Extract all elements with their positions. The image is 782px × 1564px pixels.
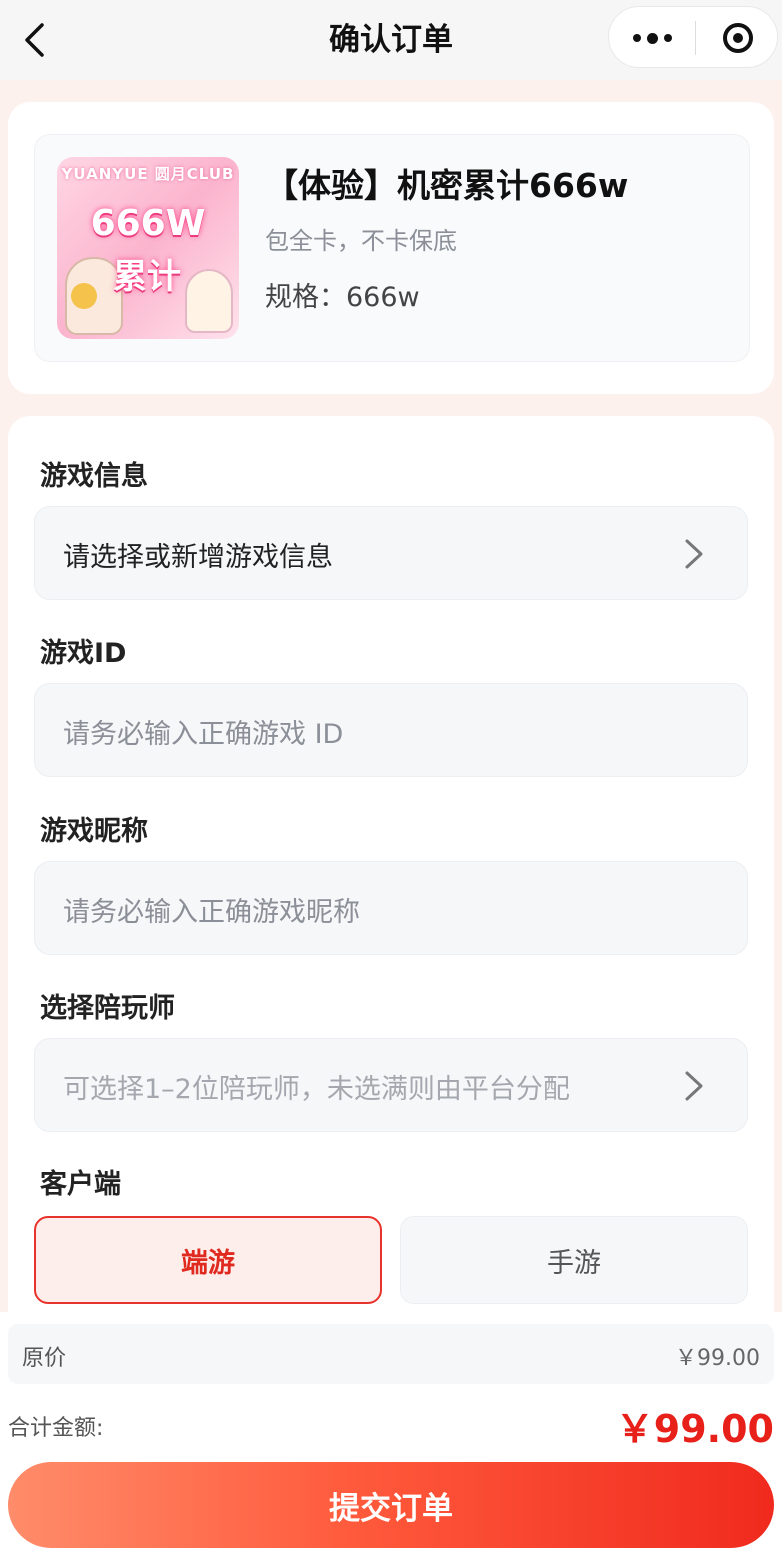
game-id-placeholder: 请务必输入正确游戏 ID: [63, 719, 344, 750]
original-price-label: 原价: [22, 1346, 67, 1371]
game-info-value: 请选择或新增游戏信息: [63, 542, 333, 573]
product-description: 包全卡，不卡保底: [265, 227, 457, 255]
submit-order-button[interactable]: 提交订单: [8, 1462, 774, 1548]
product-thumbnail: YUANYUE 圆月CLUB 666W 累计: [57, 157, 239, 339]
original-price-value: ￥99.00: [675, 1346, 760, 1371]
client-option-mobile[interactable]: 手游: [400, 1216, 748, 1304]
total-label: 合计金额:: [8, 1416, 104, 1441]
thumbnail-bear-icon: [71, 283, 97, 309]
game-id-label: 游戏ID: [40, 638, 127, 669]
thumbnail-headline: 666W: [90, 203, 206, 244]
game-info-selector[interactable]: 请选择或新增游戏信息: [34, 506, 748, 600]
nickname-label: 游戏昵称: [40, 816, 148, 847]
navigation-bar: 确认订单: [0, 0, 782, 80]
mini-program-capsule: [608, 6, 778, 68]
target-close-icon: [722, 23, 753, 53]
nickname-placeholder: 请务必输入正确游戏昵称: [63, 897, 360, 928]
total-price: ￥99.00: [615, 1407, 774, 1451]
order-summary-bar: 原价 ￥99.00 合计金额: ￥99.00 提交订单: [0, 1312, 782, 1564]
original-price-row: 原价 ￥99.00: [8, 1324, 774, 1384]
close-mini-program-button[interactable]: [696, 7, 779, 69]
product-summary: YUANYUE 圆月CLUB 666W 累计 【体验】机密累计666w 包全卡，…: [34, 134, 750, 362]
client-option-pc[interactable]: 端游: [34, 1216, 382, 1304]
nickname-field[interactable]: 请务必输入正确游戏昵称: [34, 861, 748, 955]
product-title: 【体验】机密累计666w: [265, 166, 629, 205]
thumbnail-character-right: [185, 269, 233, 333]
more-button[interactable]: [609, 7, 695, 69]
companion-label: 选择陪玩师: [40, 993, 175, 1024]
client-label: 客户端: [40, 1169, 121, 1200]
product-card: YUANYUE 圆月CLUB 666W 累计 【体验】机密累计666w 包全卡，…: [8, 102, 774, 394]
thumbnail-subheadline: 累计: [113, 257, 181, 297]
chevron-right-icon: [685, 1071, 703, 1101]
companion-selector[interactable]: 可选择1–2位陪玩师，未选满则由平台分配: [34, 1038, 748, 1132]
thumbnail-brand-text: YUANYUE 圆月CLUB: [61, 165, 235, 183]
product-spec: 规格：666w: [265, 282, 420, 313]
game-info-label: 游戏信息: [40, 461, 148, 492]
order-form: 游戏信息 请选择或新增游戏信息 游戏ID 请务必输入正确游戏 ID 游戏昵称 请…: [8, 416, 774, 1336]
companion-placeholder: 可选择1–2位陪玩师，未选满则由平台分配: [63, 1074, 570, 1105]
chevron-right-icon: [685, 539, 703, 569]
game-id-field[interactable]: 请务必输入正确游戏 ID: [34, 683, 748, 777]
more-dots-icon: [632, 32, 672, 44]
